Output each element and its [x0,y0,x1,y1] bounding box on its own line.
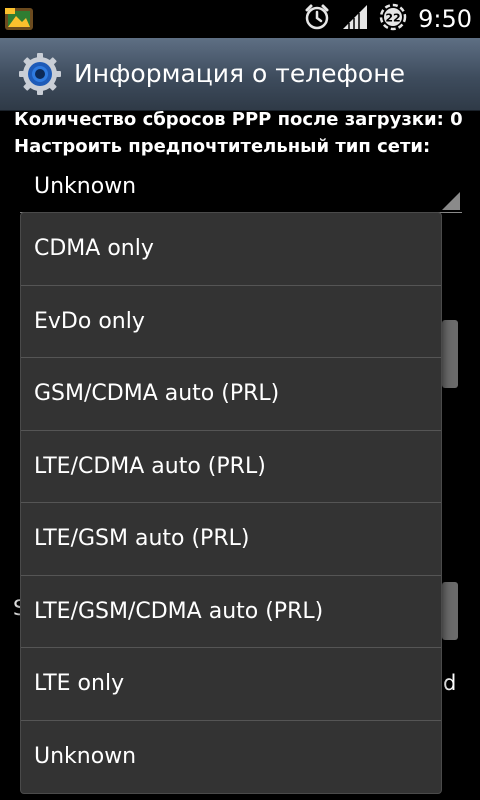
dropdown-option-lte-cdma-auto[interactable]: LTE/CDMA auto (PRL) [21,431,441,503]
title-bar: Информация о телефоне [0,38,480,111]
dropdown-option-evdo-only[interactable]: EvDo only [21,286,441,358]
sync-badge-icon: 22 [378,2,408,36]
dropdown-option-lte-gsm-cdma-auto[interactable]: LTE/GSM/CDMA auto (PRL) [21,576,441,648]
background-partial-text: d [443,671,457,695]
background-button [442,582,458,640]
clock: 9:50 [418,5,472,33]
page-title: Информация о телефоне [74,59,405,88]
background-button [442,320,458,388]
status-bar: 22 9:50 [0,0,480,38]
spinner-selected-value: Unknown [34,174,137,199]
dropdown-arrow-icon [442,192,460,210]
ppp-resets-text: Количество сбросов PPP после загрузки: 0 [14,109,463,130]
dropdown-options-list: CDMA only EvDo only GSM/CDMA auto (PRL) … [21,213,441,793]
network-type-dropdown: CDMA only EvDo only GSM/CDMA auto (PRL) … [20,212,442,794]
notification-app-icon [2,2,36,36]
preferred-network-label: Настроить предпочтительный тип сети: [14,136,431,157]
dropdown-option-cdma-only[interactable]: CDMA only [21,213,441,286]
settings-gear-icon [18,52,62,96]
signal-strength-icon [340,2,370,36]
dropdown-option-lte-only[interactable]: LTE only [21,648,441,721]
dropdown-option-lte-gsm-auto[interactable]: LTE/GSM auto (PRL) [21,503,441,576]
alarm-clock-icon [302,2,332,36]
dropdown-option-gsm-cdma-auto[interactable]: GSM/CDMA auto (PRL) [21,358,441,431]
dropdown-option-unknown[interactable]: Unknown [21,721,441,794]
svg-text:22: 22 [385,12,400,25]
network-type-spinner[interactable]: Unknown [20,168,462,213]
